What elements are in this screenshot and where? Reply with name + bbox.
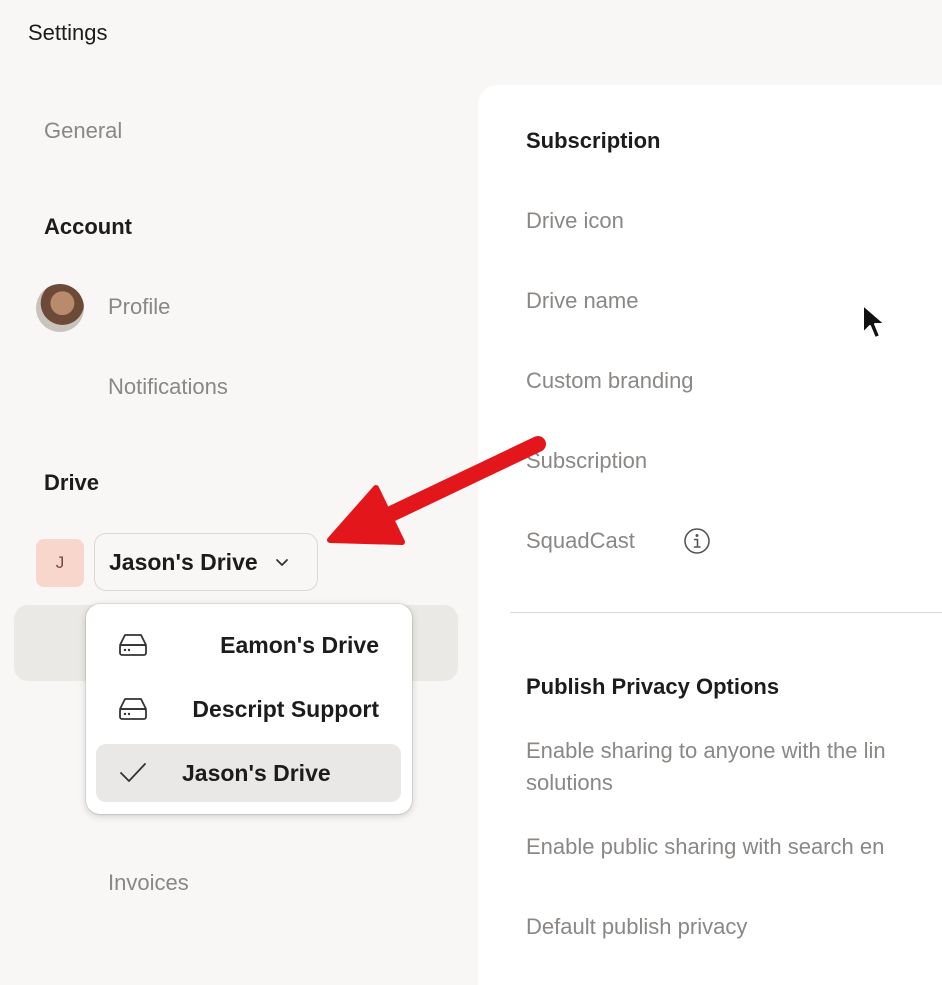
dropdown-item-jasons-drive[interactable]: Jason's Drive: [96, 744, 401, 802]
drive-selector-value: Jason's Drive: [109, 548, 258, 575]
dropdown-item-eamons-drive[interactable]: Eamon's Drive: [96, 616, 401, 674]
sidebar-item-profile[interactable]: Profile: [108, 294, 170, 320]
sidebar-item-invoices[interactable]: Invoices: [108, 870, 189, 896]
drive-icon: [119, 698, 147, 720]
setting-public-sharing-search: Enable public sharing with search en: [526, 834, 885, 859]
dropdown-item-label: Eamon's Drive: [220, 631, 379, 658]
avatar: [36, 284, 84, 332]
section-divider: [510, 612, 942, 613]
drive-badge-letter: J: [55, 553, 65, 572]
setting-default-publish-privacy: Default publish privacy: [526, 914, 748, 939]
setting-drive-icon: Drive icon: [526, 208, 624, 233]
setting-drive-name: Drive name: [526, 288, 639, 313]
account-section-heading: Account: [44, 214, 132, 239]
drive-icon: [119, 634, 147, 656]
dropdown-item-label: Descript Support: [192, 695, 379, 722]
drive-selector[interactable]: Jason's Drive: [94, 533, 318, 591]
drive-section-heading: Drive: [44, 470, 100, 495]
privacy-section-heading: Publish Privacy Options: [526, 674, 780, 699]
setting-enable-sharing: Enable sharing to anyone with the lin: [526, 738, 886, 763]
sidebar-item-general[interactable]: General: [44, 118, 122, 144]
mouse-cursor-icon: [862, 304, 886, 339]
setting-enable-sharing-continued: solutions: [526, 770, 613, 795]
checkmark-icon: [120, 763, 146, 782]
annotation-arrow-icon: [327, 436, 546, 545]
drive-dropdown-menu: Eamon's Drive Descript Support Jason's D…: [86, 604, 412, 814]
subscription-section-heading: Subscription: [526, 128, 661, 153]
setting-custom-branding: Custom branding: [526, 368, 694, 393]
dropdown-item-label: Jason's Drive: [182, 759, 331, 786]
info-icon[interactable]: [683, 527, 711, 555]
sidebar-item-notifications[interactable]: Notifications: [108, 374, 228, 400]
dropdown-item-descript-support[interactable]: Descript Support: [96, 680, 401, 738]
page-title: Settings: [28, 20, 108, 45]
chevron-down-icon: [275, 559, 288, 566]
drive-badge: J: [36, 539, 84, 587]
